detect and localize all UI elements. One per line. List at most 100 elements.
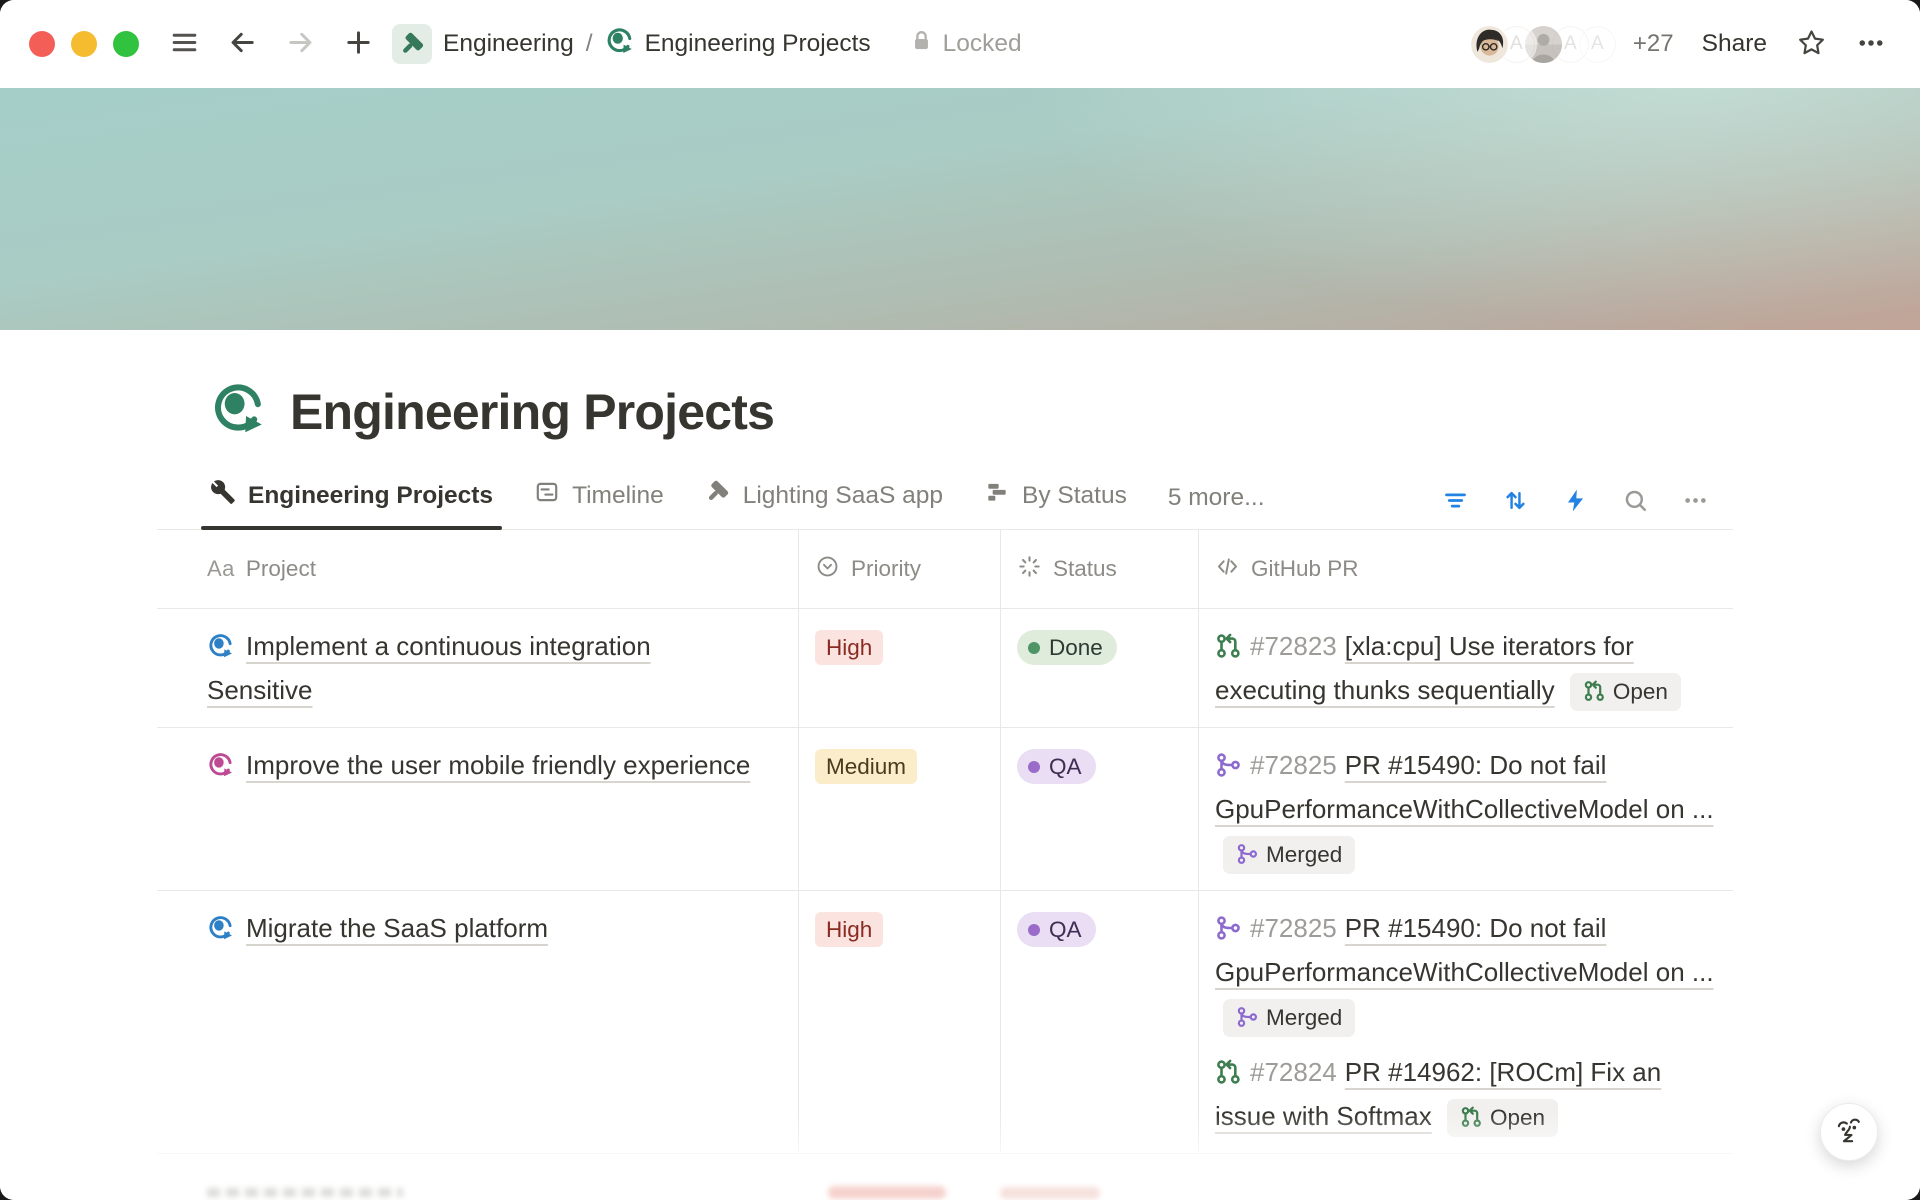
avatar-initial: A xyxy=(1510,33,1523,55)
project-title-link[interactable]: Implement a continuous integration Sensi… xyxy=(207,631,651,705)
pr-merged-icon xyxy=(1236,843,1258,865)
status-cell[interactable]: QA xyxy=(1000,891,1198,1153)
column-header-project[interactable]: Aa Project xyxy=(157,530,798,608)
minimize-window-button[interactable] xyxy=(71,31,97,57)
partial-next-row xyxy=(207,1188,403,1197)
status-cell[interactable]: QA xyxy=(1000,728,1198,890)
view-options-button[interactable] xyxy=(1682,487,1709,514)
text-property-icon: Aa xyxy=(207,556,235,582)
breadcrumb-separator: / xyxy=(585,30,594,58)
page-cover-image[interactable] xyxy=(0,88,1920,330)
column-header-priority[interactable]: Priority xyxy=(798,530,1000,608)
arrow-left-icon xyxy=(227,27,258,61)
avatar-stack[interactable]: A A A xyxy=(1469,24,1618,65)
plus-icon xyxy=(343,27,374,61)
more-views-button[interactable]: 5 more... xyxy=(1168,484,1265,529)
pr-state-label: Open xyxy=(1613,679,1668,704)
tab-by-status[interactable]: By Status xyxy=(984,479,1127,529)
board-icon xyxy=(984,479,1010,512)
pr-state-badge[interactable]: Open xyxy=(1570,673,1681,711)
filter-button[interactable] xyxy=(1442,487,1469,514)
window-more-options-button[interactable] xyxy=(1856,28,1886,61)
status-label: QA xyxy=(1049,917,1082,942)
back-button[interactable] xyxy=(227,27,258,61)
project-title-link[interactable]: Improve the user mobile friendly experie… xyxy=(246,750,750,780)
pr-open-icon xyxy=(1583,680,1605,702)
automation-button[interactable] xyxy=(1562,487,1589,514)
sidebar-toggle-button[interactable] xyxy=(169,27,200,61)
timeline-icon xyxy=(534,479,560,512)
breadcrumb-page[interactable]: Engineering Projects xyxy=(605,26,871,63)
status-label: QA xyxy=(1049,754,1082,779)
lightning-icon xyxy=(1562,487,1589,514)
toolbar-nav xyxy=(169,27,374,61)
ai-face-icon xyxy=(1833,1115,1865,1150)
github-pr-cell[interactable]: #72825PR #15490: Do not fail GpuPerforma… xyxy=(1198,891,1733,1153)
breadcrumb-workspace[interactable]: Engineering xyxy=(443,30,574,58)
pr-number: #72823 xyxy=(1250,631,1337,661)
pr-state-badge[interactable]: Open xyxy=(1447,1099,1558,1137)
tab-engineering-projects[interactable]: Engineering Projects xyxy=(210,479,493,529)
avatar-initial: A xyxy=(1564,33,1577,55)
avatar[interactable] xyxy=(1469,24,1510,65)
share-button[interactable]: Share xyxy=(1702,30,1767,58)
status-dot xyxy=(1028,761,1040,773)
pr-merged-icon xyxy=(1236,1006,1258,1028)
arrow-right-icon xyxy=(285,27,316,61)
priority-cell[interactable]: Medium xyxy=(798,728,1000,890)
priority-cell[interactable]: High xyxy=(798,891,1000,1153)
pr-open-icon xyxy=(1460,1106,1482,1128)
filter-icon xyxy=(1442,487,1469,514)
locked-indicator[interactable]: Locked xyxy=(909,28,1022,60)
window-controls xyxy=(29,31,139,57)
hamburger-icon xyxy=(169,27,200,61)
pr-state-badge[interactable]: Merged xyxy=(1223,836,1355,874)
pr-merged-icon xyxy=(1215,752,1241,778)
presence-overflow-count[interactable]: +27 xyxy=(1633,30,1674,58)
table-row: Improve the user mobile friendly experie… xyxy=(157,728,1733,891)
github-pr-cell[interactable]: #72823[xla:cpu] Use iterators for execut… xyxy=(1198,609,1733,727)
notion-ai-button[interactable] xyxy=(1820,1103,1878,1161)
search-button[interactable] xyxy=(1622,487,1649,514)
table-header: Aa Project Priority Status GitHub PR xyxy=(157,530,1733,609)
priority-tag[interactable]: High xyxy=(815,630,883,665)
tab-timeline[interactable]: Timeline xyxy=(534,479,664,529)
sort-arrows-icon xyxy=(1502,487,1529,514)
pr-number: #72824 xyxy=(1250,1057,1337,1087)
pr-number: #72825 xyxy=(1250,750,1337,780)
project-title-link[interactable]: Migrate the SaaS platform xyxy=(246,913,548,943)
page-title-icon[interactable] xyxy=(210,380,268,443)
priority-tag[interactable]: High xyxy=(815,912,883,947)
status-cell[interactable]: Done xyxy=(1000,609,1198,727)
status-tag[interactable]: Done xyxy=(1017,630,1117,665)
project-cell[interactable]: Improve the user mobile friendly experie… xyxy=(157,728,798,890)
priority-cell[interactable]: High xyxy=(798,609,1000,727)
page-title[interactable]: Engineering Projects xyxy=(290,383,774,441)
column-label: Status xyxy=(1053,556,1117,582)
status-tag[interactable]: QA xyxy=(1017,749,1096,784)
code-icon xyxy=(1215,554,1240,585)
project-page-icon xyxy=(207,632,235,660)
github-pr-cell[interactable]: #72825PR #15490: Do not fail GpuPerforma… xyxy=(1198,728,1733,890)
favorite-button[interactable] xyxy=(1797,28,1826,60)
project-cell[interactable]: Migrate the SaaS platform xyxy=(157,891,798,1153)
forward-button[interactable] xyxy=(285,27,316,61)
tab-label: By Status xyxy=(1022,482,1127,510)
column-label: Priority xyxy=(851,556,921,582)
status-tag[interactable]: QA xyxy=(1017,912,1096,947)
workspace-hammer-icon[interactable] xyxy=(392,24,432,64)
view-actions xyxy=(1442,487,1733,529)
table-row: Migrate the SaaS platform High QA #72825… xyxy=(157,891,1733,1154)
priority-tag[interactable]: Medium xyxy=(815,749,917,784)
tab-lighting-saas-app[interactable]: Lighting SaaS app xyxy=(705,479,943,529)
column-header-status[interactable]: Status xyxy=(1000,530,1198,608)
close-window-button[interactable] xyxy=(29,31,55,57)
sort-button[interactable] xyxy=(1502,487,1529,514)
fullscreen-window-button[interactable] xyxy=(113,31,139,57)
project-cell[interactable]: Implement a continuous integration Sensi… xyxy=(157,609,798,727)
pr-number: #72825 xyxy=(1250,913,1337,943)
wrench-icon xyxy=(210,479,236,512)
pr-state-badge[interactable]: Merged xyxy=(1223,999,1355,1037)
column-header-github-pr[interactable]: GitHub PR xyxy=(1198,530,1733,608)
new-tab-button[interactable] xyxy=(343,27,374,61)
